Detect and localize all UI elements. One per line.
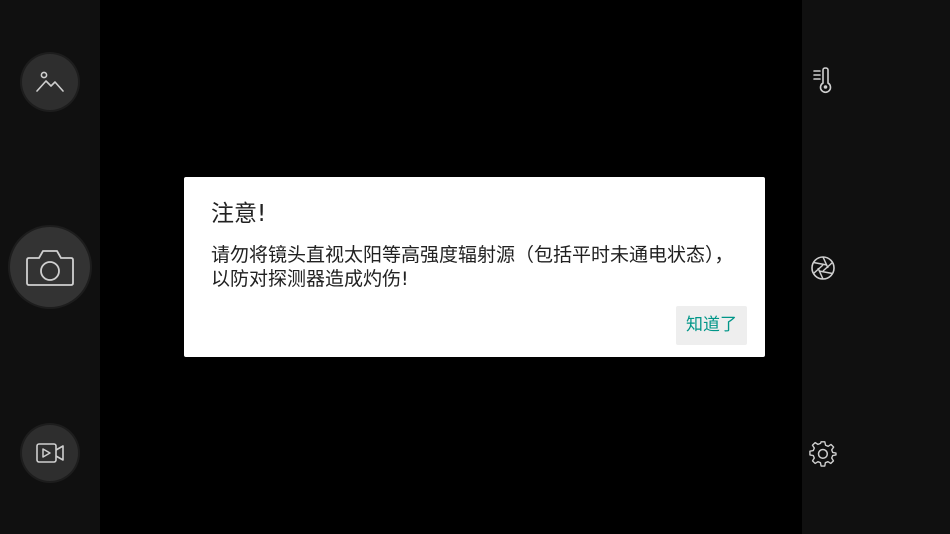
camera-screen: 注意! 请勿将镜头直视太阳等高强度辐射源（包括平时未通电状态），以防对探测器造成… [0, 0, 950, 534]
aperture-icon [811, 256, 835, 280]
dialog-title: 注意! [211, 201, 267, 227]
gear-icon [809, 441, 837, 467]
dialog-message: 请勿将镜头直视太阳等高强度辐射源（包括平时未通电状态），以防对探测器造成灼伤! [211, 244, 734, 290]
shutter-button[interactable] [10, 227, 90, 307]
mountain-image-icon [36, 71, 64, 92]
thermometer-icon [813, 67, 832, 94]
confirm-button[interactable]: 知道了 [676, 306, 747, 345]
camera-icon [26, 250, 74, 286]
video-camera-icon [36, 443, 64, 463]
aperture-button[interactable] [808, 253, 838, 283]
settings-button[interactable] [808, 439, 838, 469]
video-button[interactable] [22, 425, 78, 481]
gallery-button[interactable] [22, 54, 78, 110]
warning-dialog: 注意! 请勿将镜头直视太阳等高强度辐射源（包括平时未通电状态），以防对探测器造成… [184, 177, 765, 357]
temperature-button[interactable] [808, 64, 838, 96]
